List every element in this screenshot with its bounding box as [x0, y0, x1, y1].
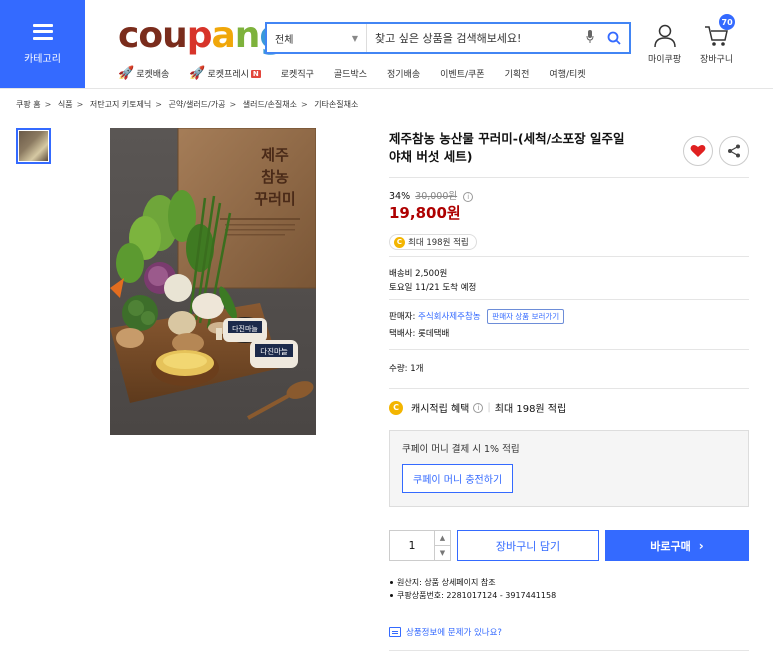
- quantity-up-button[interactable]: ▲: [435, 531, 450, 545]
- report-issue-link[interactable]: 상품정보에 문제가 있나요?: [389, 626, 502, 638]
- category-menu-button[interactable]: 카테고리: [0, 0, 85, 88]
- original-price: 30,000원: [415, 191, 458, 202]
- container-label-2: 다진마늘: [260, 346, 288, 356]
- seller-row: 판매자: 주식회사제주참농 판매자 상품 보러가기: [389, 309, 565, 324]
- heart-icon: [690, 144, 706, 157]
- product-details-list: 원산지: 상품 상세페이지 참조 쿠팡상품번호: 2281017124 - 39…: [389, 576, 556, 602]
- seller-name-link[interactable]: 주식회사제주참농: [418, 312, 481, 322]
- courier: 택배사: 롯데택배: [389, 329, 450, 339]
- breadcrumb-item[interactable]: 저탄고지 키토제닉: [90, 100, 151, 109]
- share-icon: [728, 144, 740, 158]
- nav-rocket-global[interactable]: 로켓직구: [281, 66, 314, 81]
- container-label-1: 다진마늘: [232, 324, 258, 333]
- search-category-select[interactable]: 전체 ▼: [267, 24, 367, 52]
- category-label: 카테고리: [24, 53, 61, 65]
- product-thumbnail[interactable]: [16, 128, 51, 164]
- box-title-line-1: 제주: [261, 146, 289, 164]
- nav-rocket-fresh[interactable]: 🚀 로켓프레시 N: [189, 66, 261, 81]
- breadcrumb-item[interactable]: 쿠팡 홈: [16, 100, 41, 109]
- product-main-image[interactable]: 제주 참농 꾸러미 다진마늘 다진마늘: [110, 128, 316, 435]
- buy-now-button[interactable]: 바로구매 ›: [605, 530, 749, 561]
- report-icon: [389, 627, 401, 637]
- my-coupang-button[interactable]: 마이쿠팡: [648, 18, 681, 65]
- rocket-fresh-icon: 🚀: [189, 66, 206, 81]
- search-bar: 전체 ▼: [265, 22, 631, 54]
- rocket-icon: 🚀: [118, 66, 135, 81]
- main-nav: 🚀 로켓배송 🚀 로켓프레시 N 로켓직구 골드박스 정기배송 이벤트/쿠폰 기획전 …: [118, 66, 606, 81]
- cash-reward-row: C 캐시적립 혜택 i | 최대 198원 적립: [389, 400, 566, 415]
- nav-goldbox[interactable]: 골드박스: [334, 66, 367, 81]
- breadcrumb-item[interactable]: 곤약/샐러드/가공: [169, 100, 226, 109]
- product-info: 제주참농 농산물 꾸러미-(세척/소포장 일주일 야채 버섯 세트) 34% 3…: [389, 130, 749, 651]
- search-input[interactable]: [367, 24, 581, 52]
- quantity-label: 수량: 1개: [389, 364, 424, 374]
- sale-price: 19,800원: [389, 204, 461, 222]
- header-divider: [0, 88, 773, 89]
- product-title: 제주참농 농산물 꾸러미-(세척/소포장 일주일 야채 버섯 세트): [389, 131, 625, 164]
- reward-badge: C 최대 198원 적립: [389, 234, 477, 250]
- nav-exhibitions[interactable]: 기획전: [505, 66, 530, 81]
- coin-icon: C: [394, 236, 405, 248]
- breadcrumb: 쿠팡 홈 > 식품 > 저탄고지 키토제닉 > 곤약/샐러드/가공 > 샐러드/손질채소…: [16, 100, 359, 109]
- new-badge: N: [250, 69, 261, 78]
- box-title-line-3: 꾸러미: [254, 190, 295, 208]
- chevron-right-icon: ›: [698, 538, 704, 553]
- info-icon[interactable]: i: [463, 191, 474, 202]
- hamburger-icon: [32, 23, 53, 40]
- list-item: 쿠팡상품번호: 2281017124 - 3917441158: [389, 589, 556, 602]
- quantity-stepper: 1 ▲ ▼: [389, 530, 451, 561]
- coupay-charge-button[interactable]: 쿠페이 머니 충전하기: [402, 464, 514, 493]
- nav-subscription[interactable]: 정기배송: [387, 66, 420, 81]
- favorite-button[interactable]: [683, 136, 713, 166]
- seller-products-link[interactable]: 판매자 상품 보러가기: [487, 309, 565, 324]
- breadcrumb-item[interactable]: 기타손질채소: [314, 100, 358, 109]
- breadcrumb-item[interactable]: 샐러드/손질채소: [243, 100, 297, 109]
- coupang-logo[interactable]: coupang: [118, 14, 285, 58]
- nav-events-coupons[interactable]: 이벤트/쿠폰: [440, 66, 484, 81]
- arrival-date: 토요일 11/21 도착 예정: [389, 283, 477, 293]
- discount-row: 34% 30,000원 i: [389, 188, 474, 202]
- share-button[interactable]: [719, 136, 749, 166]
- microphone-icon[interactable]: [581, 30, 599, 46]
- nav-travel-tickets[interactable]: 여행/티켓: [549, 66, 585, 81]
- cart-link[interactable]: 70 장바구니: [700, 14, 736, 65]
- chevron-down-icon: ▼: [351, 33, 358, 43]
- discount-rate: 34%: [389, 191, 411, 202]
- list-item: 원산지: 상품 상세페이지 참조: [389, 576, 556, 589]
- shipping-fee: 배송비 2,500원: [389, 269, 448, 279]
- info-icon[interactable]: i: [473, 402, 484, 413]
- user-icon: [648, 18, 681, 48]
- search-icon: [607, 31, 621, 45]
- breadcrumb-item[interactable]: 식품: [58, 100, 73, 109]
- nav-rocket-delivery[interactable]: 🚀 로켓배송: [118, 66, 169, 81]
- coupay-box: 쿠페이 머니 결제 시 1% 적립 쿠페이 머니 충전하기: [389, 430, 749, 507]
- add-to-cart-button[interactable]: 장바구니 담기: [457, 530, 599, 561]
- coupay-text: 쿠페이 머니 결제 시 1% 적립: [402, 444, 520, 455]
- cart-icon: 70: [700, 14, 736, 48]
- quantity-value[interactable]: 1: [390, 531, 434, 560]
- cart-count-badge: 70: [719, 14, 736, 30]
- coin-icon: C: [389, 400, 403, 415]
- search-button[interactable]: [599, 24, 629, 52]
- box-title-line-2: 참농: [261, 168, 289, 186]
- quantity-down-button[interactable]: ▼: [435, 545, 450, 560]
